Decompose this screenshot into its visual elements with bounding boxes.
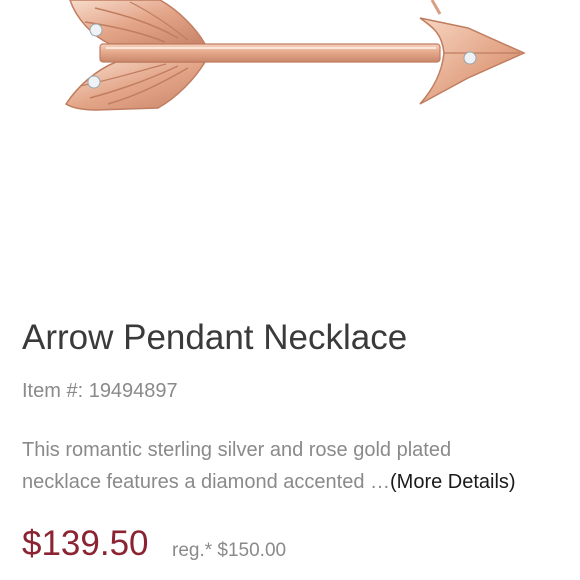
description-line-2: necklace features a diamond accented …(M… bbox=[22, 466, 572, 498]
item-number: Item #: 19494897 bbox=[22, 380, 178, 402]
description-ellipsis: … bbox=[364, 471, 391, 493]
description-text: necklace features a diamond accented bbox=[22, 471, 365, 493]
more-details-link[interactable]: (More Details) bbox=[390, 471, 516, 493]
product-title: Arrow Pendant Necklace bbox=[22, 318, 408, 357]
sale-price: $139.50 bbox=[22, 524, 149, 563]
description-line-1: This romantic sterling silver and rose g… bbox=[22, 439, 452, 461]
product-description: This romantic sterling silver and rose g… bbox=[22, 434, 572, 498]
arrow-pendant-icon bbox=[64, 0, 526, 111]
product-image[interactable] bbox=[0, 0, 580, 300]
regular-price: reg.* $150.00 bbox=[172, 540, 287, 561]
